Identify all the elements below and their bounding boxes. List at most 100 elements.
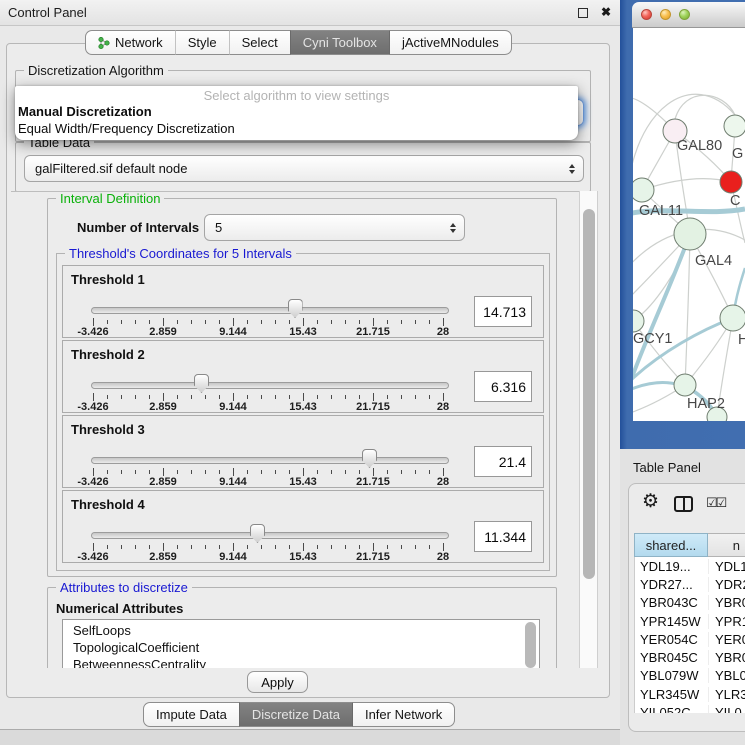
cell-shared-name[interactable]: YBR045C	[635, 650, 709, 665]
table-row[interactable]: YBL079WYBL0	[635, 667, 745, 685]
network-node-gal11[interactable]	[633, 178, 654, 202]
minor-tick	[107, 395, 108, 399]
control-panel-window: Control Panel ✖ NetworkStyleSelectCyni T…	[0, 0, 620, 745]
slider-track[interactable]	[91, 307, 449, 314]
minor-tick	[121, 395, 122, 399]
threshold-panel-2: Threshold 2-3.4262.8599.14415.4321.71528…	[62, 340, 544, 413]
major-tick	[163, 543, 164, 551]
tick-label: 2.859	[149, 401, 177, 413]
tab-jactivemnodules[interactable]: jActiveMNodules	[389, 30, 512, 55]
threshold-value-field[interactable]: 6.316	[474, 371, 532, 402]
cell-name[interactable]: YIL0	[709, 705, 745, 713]
slider-thumb[interactable]	[288, 299, 303, 318]
cell-shared-name[interactable]: YER054C	[635, 632, 709, 647]
attribute-item-topologicalcoefficient[interactable]: TopologicalCoefficient	[63, 639, 539, 656]
tab-network[interactable]: Network	[85, 30, 175, 55]
tab-cyni-toolbox[interactable]: Cyni Toolbox	[290, 30, 389, 55]
close-window-icon[interactable]: ✖	[601, 5, 611, 19]
network-node-c[interactable]	[720, 171, 742, 193]
cell-name[interactable]: YLR3	[709, 687, 745, 702]
minor-tick	[429, 320, 430, 324]
right-panel: GAL80GCGAL11GAL4GCY1HHAP2 Table Panel ⚙ …	[620, 0, 745, 745]
tick-label: 9.144	[219, 401, 247, 413]
network-window-titlebar[interactable]	[632, 2, 745, 28]
table-row[interactable]: YDR27...YDR2	[635, 575, 745, 593]
network-node-hap2[interactable]	[674, 374, 696, 396]
cell-name[interactable]: YPR1	[709, 614, 745, 629]
tab-select[interactable]: Select	[229, 30, 290, 55]
table-row[interactable]: YPR145WYPR1	[635, 612, 745, 630]
cell-name[interactable]: YDL1	[709, 559, 745, 574]
table-row[interactable]: YBR045CYBR0	[635, 648, 745, 666]
table-row[interactable]: YER054CYER0	[635, 630, 745, 648]
cell-shared-name[interactable]: YBL079W	[635, 668, 709, 683]
cell-shared-name[interactable]: YLR345W	[635, 687, 709, 702]
select-columns-checkbox-icons[interactable]: ☑☑	[706, 495, 725, 511]
column-header-shared[interactable]: shared...	[634, 533, 708, 557]
dropdown-item-equal-width-frequency-discretization[interactable]: Equal Width/Frequency Discretization	[15, 120, 578, 137]
cell-name[interactable]: YER0	[709, 632, 745, 647]
table-row[interactable]: YDL19...YDL1	[635, 557, 745, 575]
tab-infer-network[interactable]: Infer Network	[352, 702, 455, 727]
network-icon	[98, 36, 110, 50]
threshold-value-field[interactable]: 21.4	[474, 446, 532, 477]
network-node-gal4[interactable]	[674, 218, 706, 250]
minor-tick	[177, 470, 178, 474]
tick-label: 21.715	[356, 476, 390, 488]
tab-style[interactable]: Style	[175, 30, 229, 55]
network-node-g[interactable]	[724, 115, 745, 137]
threshold-value-field[interactable]: 11.344	[474, 521, 532, 552]
slider-track[interactable]	[91, 457, 449, 464]
cell-shared-name[interactable]: YDL19...	[635, 559, 709, 574]
slider-track[interactable]	[91, 532, 449, 539]
cell-name[interactable]: YBR0	[709, 650, 745, 665]
tab-discretize-data[interactable]: Discretize Data	[239, 702, 352, 727]
network-node-h[interactable]	[720, 305, 745, 331]
dropdown-item-manual-discretization[interactable]: Manual Discretization	[15, 103, 578, 120]
cell-name[interactable]: YBR0	[709, 595, 745, 610]
minor-tick	[359, 545, 360, 549]
cell-name[interactable]: YDR2	[709, 577, 745, 592]
tab-impute-data[interactable]: Impute Data	[143, 702, 239, 727]
threshold-value-field[interactable]: 14.713	[474, 296, 532, 327]
column-layout-icon[interactable]	[674, 496, 693, 512]
cell-shared-name[interactable]: YIL052C	[635, 705, 709, 713]
cell-shared-name[interactable]: YPR145W	[635, 614, 709, 629]
close-traffic-light-icon[interactable]	[641, 9, 652, 20]
minor-tick	[275, 545, 276, 549]
table-data-select[interactable]: galFiltered.sif default node	[24, 155, 584, 182]
slider-thumb[interactable]	[362, 449, 377, 468]
attributes-list-scrollbar[interactable]	[525, 622, 536, 668]
number-of-intervals-select[interactable]: 5	[204, 214, 465, 241]
attribute-item-betweennesscentrality[interactable]: BetweennessCentrality	[63, 656, 539, 668]
column-header-n[interactable]: n	[708, 533, 745, 557]
table-row[interactable]: YLR345WYLR3	[635, 685, 745, 703]
cell-name[interactable]: YBL0	[709, 668, 745, 683]
minor-tick	[205, 395, 206, 399]
numerical-attributes-list[interactable]: SelfLoopsTopologicalCoefficientBetweenne…	[62, 619, 540, 668]
network-canvas[interactable]: GAL80GCGAL11GAL4GCY1HHAP2	[633, 28, 745, 421]
cell-shared-name[interactable]: YBR043C	[635, 595, 709, 610]
scrollbar-thumb[interactable]	[583, 209, 595, 579]
threshold-panel-1: Threshold 1-3.4262.8599.14415.4321.71528…	[62, 265, 544, 338]
minor-tick	[317, 470, 318, 474]
attribute-item-selfloops[interactable]: SelfLoops	[63, 620, 539, 639]
minimize-traffic-light-icon[interactable]	[660, 9, 671, 20]
vertical-scrollbar[interactable]	[579, 191, 598, 668]
cell-shared-name[interactable]: YDR27...	[635, 577, 709, 592]
slider-track[interactable]	[91, 382, 449, 389]
table-settings-gear-icon[interactable]: ⚙	[642, 492, 659, 512]
apply-button[interactable]: Apply	[247, 671, 308, 693]
slider-thumb[interactable]	[194, 374, 209, 393]
table-row[interactable]: YIL052CYIL0	[635, 703, 745, 713]
slider-thumb[interactable]	[250, 524, 265, 543]
minor-tick	[261, 545, 262, 549]
float-window-icon[interactable]	[578, 8, 588, 18]
table-row[interactable]: YBR043CYBR0	[635, 594, 745, 612]
minor-tick	[317, 320, 318, 324]
minor-tick	[135, 320, 136, 324]
combo-stepper-icon	[569, 164, 575, 174]
minor-tick	[387, 470, 388, 474]
zoom-traffic-light-icon[interactable]	[679, 9, 690, 20]
tick-label: 15.43	[289, 326, 317, 338]
